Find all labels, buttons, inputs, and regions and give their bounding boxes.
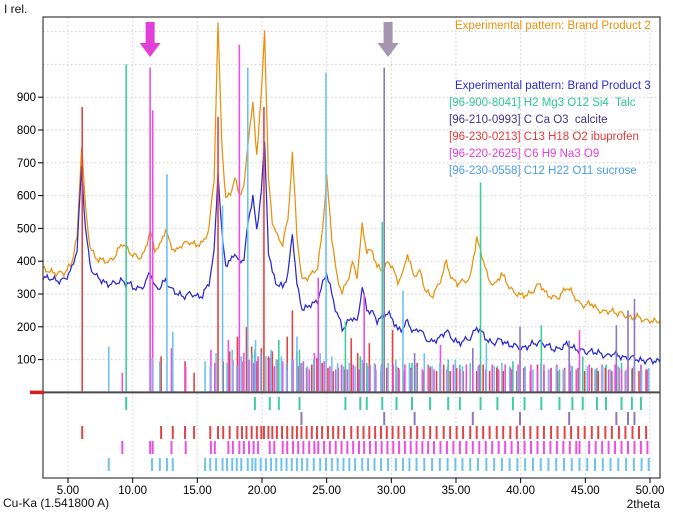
- marker-row-calcite: [301, 412, 634, 425]
- curve-experimental-pattern-brand-product-3: [43, 142, 660, 364]
- x-axis-title: 2theta: [627, 497, 660, 511]
- svg-text:40.00: 40.00: [506, 485, 535, 497]
- svg-text:200: 200: [17, 322, 36, 334]
- svg-text:700: 700: [17, 158, 36, 170]
- axis-ticks: [38, 97, 650, 483]
- svg-text:900: 900: [17, 92, 36, 104]
- zero-axis-marker: [30, 391, 44, 395]
- marker-row-sucrose: [109, 458, 649, 471]
- svg-text:400: 400: [17, 256, 36, 268]
- highlight-arrow-1: [140, 22, 161, 57]
- svg-text:500: 500: [17, 223, 36, 235]
- svg-text:10.00: 10.00: [118, 485, 147, 497]
- svg-text:20.00: 20.00: [248, 485, 277, 497]
- svg-text:50.00: 50.00: [636, 485, 665, 497]
- svg-text:35.00: 35.00: [442, 485, 471, 497]
- curve-experimental-pattern-brand-product-2: [43, 23, 660, 324]
- svg-text:300: 300: [17, 289, 36, 301]
- highlight-arrow-2: [378, 22, 399, 57]
- diffractogram-plot: 1002003004005006007008009005.0010.0015.0…: [0, 0, 673, 516]
- svg-text:100: 100: [17, 355, 36, 367]
- svg-text:45.00: 45.00: [571, 485, 600, 497]
- svg-text:800: 800: [17, 125, 36, 137]
- marker-row-c6-h9-na3-o9: [122, 441, 647, 454]
- plot-frame: [43, 17, 660, 478]
- marker-row-ibuprofen: [82, 426, 646, 439]
- xrd-analysis-window: 1002003004005006007008009005.0010.0015.0…: [0, 0, 673, 516]
- sticks-sucrose: [109, 68, 649, 392]
- axis-tick-labels: 1002003004005006007008009005.0010.0015.0…: [17, 92, 665, 497]
- svg-text:600: 600: [17, 191, 36, 203]
- gridlines: [43, 17, 660, 478]
- anode-wavelength-label: Cu-Ka (1.541800 A): [3, 496, 109, 510]
- svg-text:25.00: 25.00: [312, 485, 341, 497]
- svg-text:30.00: 30.00: [377, 485, 406, 497]
- marker-row-talc: [126, 397, 641, 410]
- y-axis-title: I rel.: [4, 2, 27, 16]
- svg-text:15.00: 15.00: [183, 485, 212, 497]
